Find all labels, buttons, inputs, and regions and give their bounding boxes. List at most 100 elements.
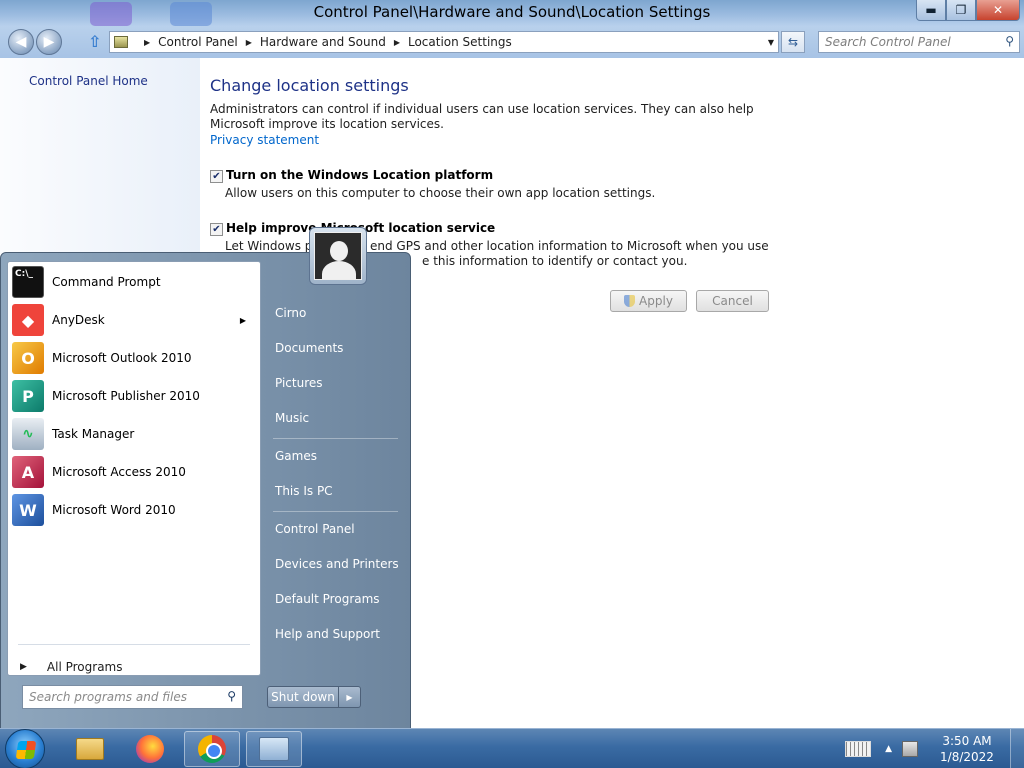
- control-panel-icon: [259, 737, 289, 761]
- up-arrow-icon[interactable]: ⇧: [88, 32, 101, 51]
- improve-location-description-part2: end GPS and other location information t…: [370, 239, 769, 253]
- divider: [273, 438, 398, 439]
- all-programs-label: All Programs: [46, 660, 123, 674]
- location-platform-checkbox[interactable]: ✔: [210, 170, 223, 183]
- shutdown-button[interactable]: Shut down: [267, 686, 339, 708]
- address-dropdown-icon[interactable]: ▼: [768, 38, 774, 47]
- breadcrumb-separator: ▶: [144, 37, 151, 47]
- access-icon: A: [12, 456, 44, 488]
- close-button[interactable]: ✕: [976, 0, 1020, 21]
- help-support-link[interactable]: Help and Support: [275, 627, 380, 641]
- documents-link[interactable]: Documents: [275, 341, 343, 355]
- location-platform-label[interactable]: Turn on the Windows Location platform: [226, 168, 493, 182]
- program-word[interactable]: W Microsoft Word 2010: [12, 492, 256, 528]
- back-button[interactable]: ◀: [8, 29, 34, 55]
- improve-location-checkbox[interactable]: ✔: [210, 223, 223, 236]
- uac-shield-icon: [624, 295, 636, 307]
- games-link[interactable]: Games: [275, 449, 317, 463]
- apply-label: Apply: [639, 294, 673, 308]
- window-title: Control Panel\Hardware and Sound\Locatio…: [313, 3, 711, 21]
- location-platform-description: Allow users on this computer to choose t…: [225, 186, 656, 200]
- pictures-link[interactable]: Pictures: [275, 376, 323, 390]
- start-menu: C:\_ Command Prompt ◆ AnyDesk ▶ O Micros…: [0, 227, 411, 730]
- apply-button[interactable]: Apply: [610, 290, 687, 312]
- action-center-icon[interactable]: [902, 741, 918, 757]
- privacy-statement-link[interactable]: Privacy statement: [210, 133, 319, 147]
- word-icon: W: [12, 494, 44, 526]
- show-desktop-button[interactable]: [1010, 729, 1024, 768]
- improve-location-description-part1: Let Windows pe: [225, 239, 320, 253]
- taskbar: ▲ 3:50 AM 1/8/2022: [0, 728, 1024, 768]
- expand-arrow-icon: ▶: [20, 662, 27, 672]
- clock-date: 1/8/2022: [940, 750, 994, 764]
- user-folder-link[interactable]: Cirno: [275, 306, 306, 320]
- user-icon: [314, 232, 362, 280]
- page-description: Administrators can control if individual…: [210, 102, 754, 131]
- start-search-placeholder: Search programs and files: [29, 690, 187, 704]
- program-label: AnyDesk: [52, 313, 105, 327]
- address-bar[interactable]: ▶ Control Panel ▶ Hardware and Sound ▶ L…: [109, 31, 779, 53]
- publisher-icon: P: [12, 380, 44, 412]
- program-label: Task Manager: [52, 427, 135, 441]
- program-label: Microsoft Outlook 2010: [52, 351, 192, 365]
- breadcrumb-separator: ▶: [245, 37, 252, 47]
- cancel-label: Cancel: [712, 294, 753, 308]
- search-placeholder: Search Control Panel: [825, 35, 951, 49]
- program-label: Microsoft Publisher 2010: [52, 389, 200, 403]
- breadcrumb-hardware-sound[interactable]: Hardware and Sound: [260, 35, 386, 49]
- search-icon[interactable]: ⚲: [1005, 34, 1014, 48]
- default-programs-link[interactable]: Default Programs: [275, 592, 380, 606]
- control-panel-icon: [114, 36, 128, 48]
- anydesk-icon: ◆: [12, 304, 44, 336]
- program-access[interactable]: A Microsoft Access 2010: [12, 454, 256, 490]
- all-programs-button[interactable]: ▶ All Programs: [20, 660, 123, 674]
- program-anydesk[interactable]: ◆ AnyDesk ▶: [12, 302, 256, 338]
- outlook-icon: O: [12, 342, 44, 374]
- shutdown-options-arrow-icon[interactable]: ▶: [339, 686, 361, 708]
- firefox-icon: [136, 735, 164, 763]
- program-task-manager[interactable]: ∿ Task Manager: [12, 416, 256, 452]
- page-title: Change location settings: [210, 76, 409, 95]
- cancel-button[interactable]: Cancel: [696, 290, 769, 312]
- submenu-arrow-icon[interactable]: ▶: [240, 316, 246, 325]
- breadcrumb-location-settings[interactable]: Location Settings: [408, 35, 512, 49]
- breadcrumb-separator: ▶: [393, 37, 400, 47]
- clock[interactable]: 3:50 AM 1/8/2022: [932, 733, 1002, 765]
- navigation-bar: ◀ ▶ ⇧ ▶ Control Panel ▶ Hardware and Sou…: [0, 26, 1024, 58]
- taskbar-chrome[interactable]: [184, 731, 240, 767]
- window-controls: ▬ ❐ ✕: [916, 0, 1020, 21]
- keyboard-icon[interactable]: [845, 741, 872, 757]
- devices-printers-link[interactable]: Devices and Printers: [275, 557, 399, 571]
- start-menu-places-pane: Cirno Documents Pictures Music Games Thi…: [263, 227, 410, 730]
- forward-button[interactable]: ▶: [36, 29, 62, 55]
- taskbar-control-panel[interactable]: [246, 731, 302, 767]
- taskbar-explorer[interactable]: [62, 731, 118, 767]
- command-prompt-icon: C:\_: [12, 266, 44, 298]
- taskbar-firefox[interactable]: [122, 731, 178, 767]
- improve-location-description-part3: e this information to identify or contac…: [422, 254, 688, 268]
- user-avatar[interactable]: [309, 227, 367, 285]
- program-label: Command Prompt: [52, 275, 161, 289]
- minimize-button[interactable]: ▬: [916, 0, 946, 21]
- music-link[interactable]: Music: [275, 411, 309, 425]
- breadcrumb-control-panel[interactable]: Control Panel: [158, 35, 238, 49]
- refresh-button[interactable]: ⇆: [781, 31, 805, 53]
- divider: [18, 644, 250, 645]
- program-command-prompt[interactable]: C:\_ Command Prompt: [12, 264, 256, 300]
- chrome-icon: [198, 735, 226, 763]
- search-icon[interactable]: ⚲: [227, 689, 236, 703]
- program-publisher[interactable]: P Microsoft Publisher 2010: [12, 378, 256, 414]
- maximize-button[interactable]: ❐: [946, 0, 976, 21]
- start-menu-programs-pane: C:\_ Command Prompt ◆ AnyDesk ▶ O Micros…: [7, 261, 261, 676]
- start-search-input[interactable]: Search programs and files ⚲: [22, 685, 243, 709]
- search-input[interactable]: Search Control Panel ⚲: [818, 31, 1020, 53]
- task-manager-icon: ∿: [12, 418, 44, 450]
- control-panel-home-link[interactable]: Control Panel Home: [29, 74, 148, 88]
- shutdown-control: Shut down ▶: [267, 686, 361, 708]
- computer-link[interactable]: This Is PC: [275, 484, 333, 498]
- control-panel-link[interactable]: Control Panel: [275, 522, 355, 536]
- start-button[interactable]: [5, 729, 45, 768]
- show-hidden-icons-icon[interactable]: ▲: [885, 744, 892, 754]
- program-outlook[interactable]: O Microsoft Outlook 2010: [12, 340, 256, 376]
- title-bar: Control Panel\Hardware and Sound\Locatio…: [0, 0, 1024, 26]
